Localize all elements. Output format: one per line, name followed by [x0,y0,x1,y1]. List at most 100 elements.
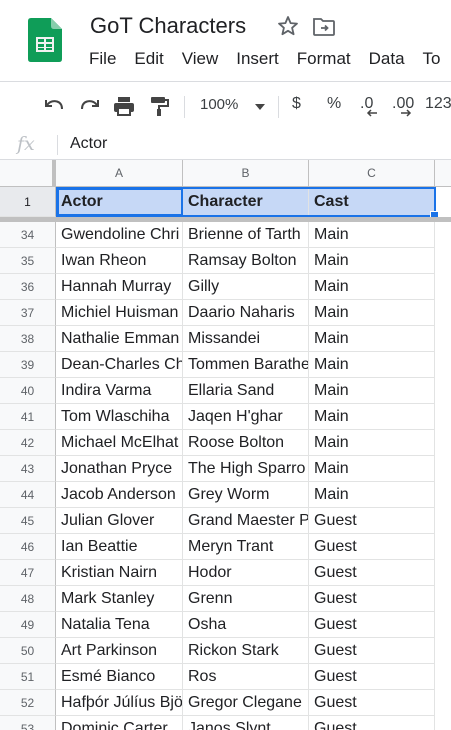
cell-character[interactable]: Brienne of Tarth [183,222,309,248]
cell-actor[interactable]: Dean-Charles Ch [56,352,183,378]
document-title[interactable]: GoT Characters [90,13,246,39]
menu-insert[interactable]: Insert [236,49,279,69]
row-header[interactable]: 38 [0,326,56,352]
zoom-select[interactable]: 100% [200,96,238,113]
cell-actor[interactable]: Hafþór Júlíus Bjö [56,690,183,716]
menu-format[interactable]: Format [297,49,351,69]
select-all-corner[interactable] [0,160,56,187]
sheets-logo-icon[interactable] [28,18,62,62]
cell-cast[interactable]: Main [309,482,435,508]
cell-cast[interactable]: Main [309,248,435,274]
formula-input[interactable]: Actor [70,135,107,153]
row-header[interactable]: 48 [0,586,56,612]
menu-tools[interactable]: To [423,49,441,69]
row-header[interactable]: 43 [0,456,56,482]
cell-character[interactable]: Ellaria Sand [183,378,309,404]
cell-character[interactable]: Grey Worm [183,482,309,508]
cell-character[interactable]: Gregor Clegane [183,690,309,716]
cell-cast[interactable]: Main [309,352,435,378]
cell-character[interactable]: Ramsay Bolton [183,248,309,274]
cell-character[interactable]: The High Sparro [183,456,309,482]
cell-character[interactable]: Hodor [183,560,309,586]
print-icon[interactable] [112,94,136,118]
cell-cast[interactable]: Guest [309,586,435,612]
cell-cast[interactable]: Guest [309,612,435,638]
cell-character[interactable]: Janos Slynt [183,716,309,730]
row-header[interactable]: 53 [0,716,56,730]
cell-cast[interactable]: Guest [309,690,435,716]
row-header[interactable]: 51 [0,664,56,690]
cell-cast[interactable]: Main [309,430,435,456]
header-cell-character[interactable]: Character [183,187,309,217]
star-icon[interactable] [276,14,300,38]
cell-character[interactable]: Roose Bolton [183,430,309,456]
cell-actor[interactable]: Hannah Murray [56,274,183,300]
more-formats-button[interactable]: 123 [425,95,451,113]
cell-actor[interactable]: Esmé Bianco [56,664,183,690]
row-header[interactable]: 42 [0,430,56,456]
menu-edit[interactable]: Edit [134,49,163,69]
row-header[interactable]: 34 [0,222,56,248]
cell-character[interactable]: Grand Maester P [183,508,309,534]
cell-actor[interactable]: Jacob Anderson [56,482,183,508]
cell-actor[interactable]: Gwendoline Chri [56,222,183,248]
row-header[interactable]: 45 [0,508,56,534]
cell-cast[interactable]: Main [309,222,435,248]
row-header[interactable]: 36 [0,274,56,300]
cell-actor[interactable]: Dominic Carter [56,716,183,730]
cell-actor[interactable]: Ian Beattie [56,534,183,560]
cell-actor[interactable]: Mark Stanley [56,586,183,612]
column-header-b[interactable]: B [183,160,309,187]
header-cell-cast[interactable]: Cast [309,187,435,217]
column-header-a[interactable]: A [56,160,183,187]
cell-character[interactable]: Meryn Trant [183,534,309,560]
cell-character[interactable]: Osha [183,612,309,638]
spreadsheet-grid[interactable]: A B C 1 Actor Character Cast 34 Gwendolin… [0,160,451,730]
row-header[interactable]: 47 [0,560,56,586]
cell-actor[interactable]: Julian Glover [56,508,183,534]
row-header[interactable]: 49 [0,612,56,638]
cell-cast[interactable]: Main [309,326,435,352]
column-header-c[interactable]: C [309,160,435,187]
cell-cast[interactable]: Guest [309,534,435,560]
cell-actor[interactable]: Iwan Rheon [56,248,183,274]
undo-icon[interactable] [42,94,66,118]
cell-cast[interactable]: Main [309,300,435,326]
row-header[interactable]: 35 [0,248,56,274]
paint-format-icon[interactable] [148,94,172,118]
cell-actor[interactable]: Kristian Nairn [56,560,183,586]
cell-character[interactable]: Grenn [183,586,309,612]
cell-actor[interactable]: Tom Wlaschiha [56,404,183,430]
cell-cast[interactable]: Guest [309,664,435,690]
currency-format-button[interactable]: $ [292,95,301,113]
cell-cast[interactable]: Guest [309,560,435,586]
percent-format-button[interactable]: % [327,95,341,113]
cell-character[interactable]: Jaqen H'ghar [183,404,309,430]
menu-file[interactable]: File [89,49,116,69]
move-to-folder-icon[interactable] [312,16,336,38]
menu-view[interactable]: View [182,49,219,69]
cell-actor[interactable]: Jonathan Pryce [56,456,183,482]
row-header[interactable]: 39 [0,352,56,378]
cell-character[interactable]: Daario Naharis [183,300,309,326]
cell-cast[interactable]: Guest [309,638,435,664]
cell-actor[interactable]: Nathalie Emman [56,326,183,352]
cell-actor[interactable]: Natalia Tena [56,612,183,638]
cell-character[interactable]: Rickon Stark [183,638,309,664]
cell-actor[interactable]: Michiel Huisman [56,300,183,326]
cell-character[interactable]: Tommen Barathe [183,352,309,378]
cell-cast[interactable]: Guest [309,508,435,534]
header-cell-actor[interactable]: Actor [56,187,183,217]
chevron-down-icon[interactable] [254,100,266,112]
row-header[interactable]: 46 [0,534,56,560]
row-header[interactable]: 50 [0,638,56,664]
row-header[interactable]: 37 [0,300,56,326]
row-header[interactable]: 41 [0,404,56,430]
cell-character[interactable]: Ros [183,664,309,690]
row-header[interactable]: 1 [0,187,56,217]
redo-icon[interactable] [78,94,102,118]
cell-cast[interactable]: Main [309,378,435,404]
cell-cast[interactable]: Main [309,404,435,430]
row-header[interactable]: 40 [0,378,56,404]
row-header[interactable]: 52 [0,690,56,716]
